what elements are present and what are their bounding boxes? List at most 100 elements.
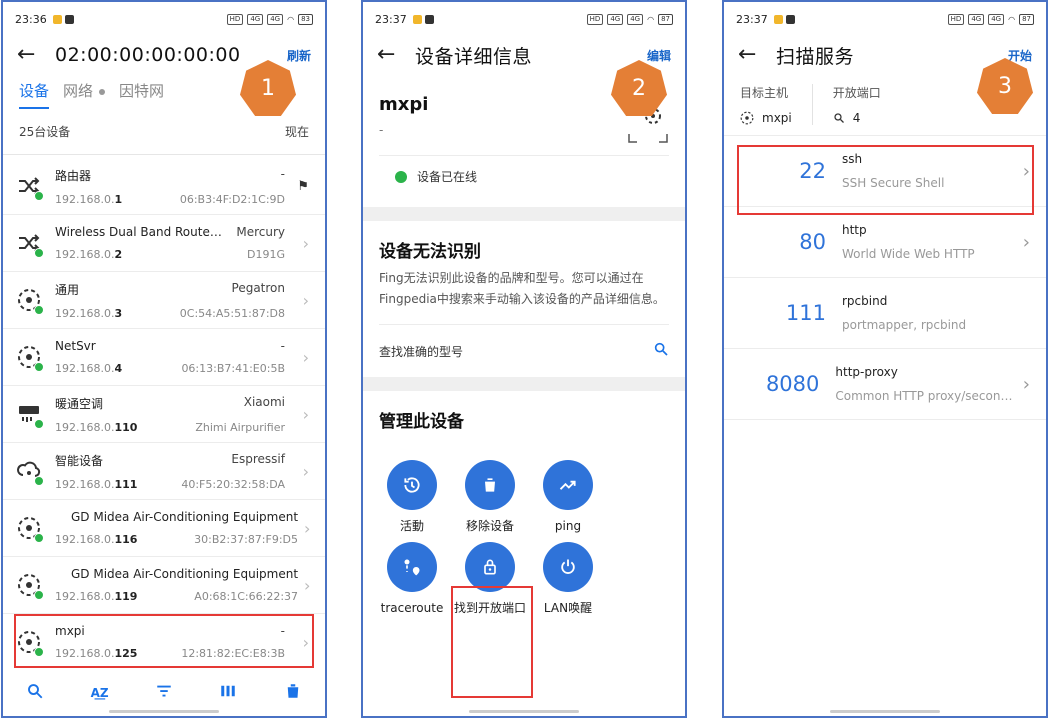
open-ports-count: 4 xyxy=(852,111,861,125)
service-row-http-proxy[interactable]: 8080 http-proxy Common HTTP proxy/second… xyxy=(724,349,1046,420)
edit-button[interactable]: 编辑 xyxy=(647,47,671,64)
online-status-dot xyxy=(34,419,44,429)
device-vendor: - xyxy=(280,624,285,638)
device-ip: 192.168.0.111 xyxy=(55,478,137,491)
device-ip: 192.168.0.125 xyxy=(55,647,137,660)
device-model: Zhimi Airpurifier xyxy=(195,420,285,434)
tab-network[interactable]: 网络 xyxy=(63,80,106,109)
device-mac: 12:81:82:EC:E8:3B xyxy=(181,647,285,660)
online-status-dot xyxy=(34,248,44,258)
sort-az-icon[interactable]: A͟Z xyxy=(91,686,109,700)
traceroute-action[interactable]: traceroute xyxy=(373,542,451,616)
target-host-value: mxpi xyxy=(740,111,792,125)
wifi-icon: ◠ xyxy=(1008,14,1016,24)
device-mac: 40:F5:20:32:58:DA xyxy=(181,477,285,491)
flag-icon[interactable]: ⚑ xyxy=(291,179,309,194)
service-description: portmapper, rpcbind xyxy=(842,318,967,332)
ip-prefix: 192.168.0. xyxy=(55,533,115,546)
signal-icon: 4G xyxy=(968,13,985,25)
ip-suffix: 119 xyxy=(114,590,138,603)
service-row-rpcbind[interactable]: 111 rpcbind portmapper, rpcbind xyxy=(724,278,1046,349)
device-row[interactable]: NetSvr - 192.168.0.4 06:13:B7:41:E0:5B › xyxy=(3,329,325,386)
columns-icon[interactable] xyxy=(219,682,237,704)
target-host: 目标主机 mxpi xyxy=(740,84,792,125)
device-name: Wireless Dual Band Router… xyxy=(55,225,225,239)
status-indicators: HD 4G 4G ◠ 87 xyxy=(947,13,1034,25)
chevron-right-icon: › xyxy=(1022,373,1030,395)
status-time: 23:36 xyxy=(15,12,47,26)
device-row-mxpi[interactable]: mxpi - 192.168.0.125 12:81:82:EC:E8:3B › xyxy=(3,614,325,671)
device-ip: 192.168.0.3 xyxy=(55,307,122,320)
notification-icon xyxy=(52,14,62,24)
remove-device-action[interactable]: 移除设备 xyxy=(451,460,529,534)
device-name: 智能设备 xyxy=(55,453,104,468)
generic-device-icon xyxy=(17,630,44,657)
activity-action[interactable]: 活動 xyxy=(373,460,451,534)
open-ports-label: 开放端口 xyxy=(832,86,881,100)
manage-device-title: 管理此设备 xyxy=(379,412,464,432)
find-model-row[interactable]: 查找准确的型号 xyxy=(379,324,669,377)
device-ip: 192.168.0.110 xyxy=(55,421,137,434)
section-divider xyxy=(363,377,685,391)
device-detail-screen: 23:37 HD 4G 4G ◠ 87 ← 设备详细信息 编辑 2 mxpi -… xyxy=(361,0,687,718)
ip-suffix: 1 xyxy=(114,192,123,206)
search-icon[interactable] xyxy=(653,341,669,361)
tab-devices[interactable]: 设备 xyxy=(19,80,50,109)
device-row[interactable]: 通用 Pegatron 192.168.0.3 0C:54:A5:51:87:D8 … xyxy=(3,272,325,329)
target-host-name: mxpi xyxy=(762,111,792,125)
ip-prefix: 192.168.0. xyxy=(55,248,115,261)
search-icon[interactable] xyxy=(26,682,44,704)
hvac-icon xyxy=(17,402,44,429)
device-row[interactable]: GD Midea Air-Conditioning Equipment 192.… xyxy=(3,500,325,557)
trash-icon xyxy=(465,460,515,510)
generic-device-icon xyxy=(740,111,754,125)
device-row[interactable]: Wireless Dual Band Router… Mercury 192.16… xyxy=(3,215,325,272)
back-arrow-icon[interactable]: ← xyxy=(377,44,407,66)
ip-prefix: 192.168.0. xyxy=(55,420,115,434)
service-row-ssh[interactable]: 22 ssh SSH Secure Shell › xyxy=(724,136,1046,207)
smart-device-icon xyxy=(17,459,44,486)
device-name: GD Midea Air-Conditioning Equipment xyxy=(71,567,299,581)
online-status-dot xyxy=(34,476,44,486)
device-list: 路由器 - 192.168.0.1 06:B3:4F:D2:1C:9D ⚑ Wire… xyxy=(3,158,325,671)
refresh-button[interactable]: 刷新 xyxy=(287,47,311,64)
section-divider xyxy=(363,207,685,221)
filter-icon[interactable] xyxy=(155,682,173,704)
hd-icon: HD xyxy=(226,13,244,25)
chevron-right-icon: › xyxy=(302,461,309,481)
device-name: GD Midea Air-Conditioning Equipment xyxy=(71,510,299,524)
tab-internet[interactable]: 因特网 xyxy=(119,80,164,109)
status-indicators: HD 4G 4G ◠ 83 xyxy=(226,13,313,25)
wifi-icon: ◠ xyxy=(647,14,655,24)
device-row[interactable]: 路由器 - 192.168.0.1 06:B3:4F:D2:1C:9D ⚑ xyxy=(3,158,325,215)
back-arrow-icon[interactable]: ← xyxy=(738,44,768,66)
delete-icon[interactable] xyxy=(284,682,302,704)
router-icon xyxy=(17,174,44,201)
online-status-text: 设备已在线 xyxy=(417,170,478,184)
chevron-right-icon: › xyxy=(302,404,309,424)
ping-action[interactable]: ping xyxy=(529,460,607,534)
online-status-dot xyxy=(34,533,44,543)
message-icon xyxy=(64,14,74,24)
service-name: http-proxy xyxy=(835,365,898,379)
device-row[interactable]: 暖通空调 Xiaomi 192.168.0.110 Zhimi Airpurifie… xyxy=(3,386,325,443)
online-status: 设备已在线 xyxy=(379,155,669,197)
service-name: http xyxy=(842,223,867,237)
device-mac: 30:B2:37:87:F9:D5 xyxy=(194,533,299,546)
device-row[interactable]: 智能设备 Espressif 192.168.0.111 40:F5:20:32:5… xyxy=(3,443,325,500)
start-button[interactable]: 开始 xyxy=(1008,47,1032,64)
device-row[interactable]: GD Midea Air-Conditioning Equipment 192.… xyxy=(3,557,325,614)
generic-device-icon xyxy=(17,573,44,600)
find-open-ports-action[interactable]: 找到开放端口 xyxy=(451,542,529,616)
online-status-dot xyxy=(34,590,44,600)
service-row-http[interactable]: 80 http World Wide Web HTTP › xyxy=(724,207,1046,278)
back-arrow-icon[interactable]: ← xyxy=(17,44,47,66)
online-status-dot xyxy=(34,191,44,201)
hd-icon: HD xyxy=(586,13,604,25)
device-actions-grid: 活動 移除设备 ping traceroute 找到开放端口 LAN唤醒 xyxy=(363,450,685,626)
wake-on-lan-action[interactable]: LAN唤醒 xyxy=(529,542,607,616)
page-title: 设备详细信息 xyxy=(415,45,533,68)
generic-device-icon xyxy=(17,345,44,372)
service-description: Common HTTP proxy/second… xyxy=(835,389,1014,403)
remove-device-label: 移除设备 xyxy=(465,519,514,533)
